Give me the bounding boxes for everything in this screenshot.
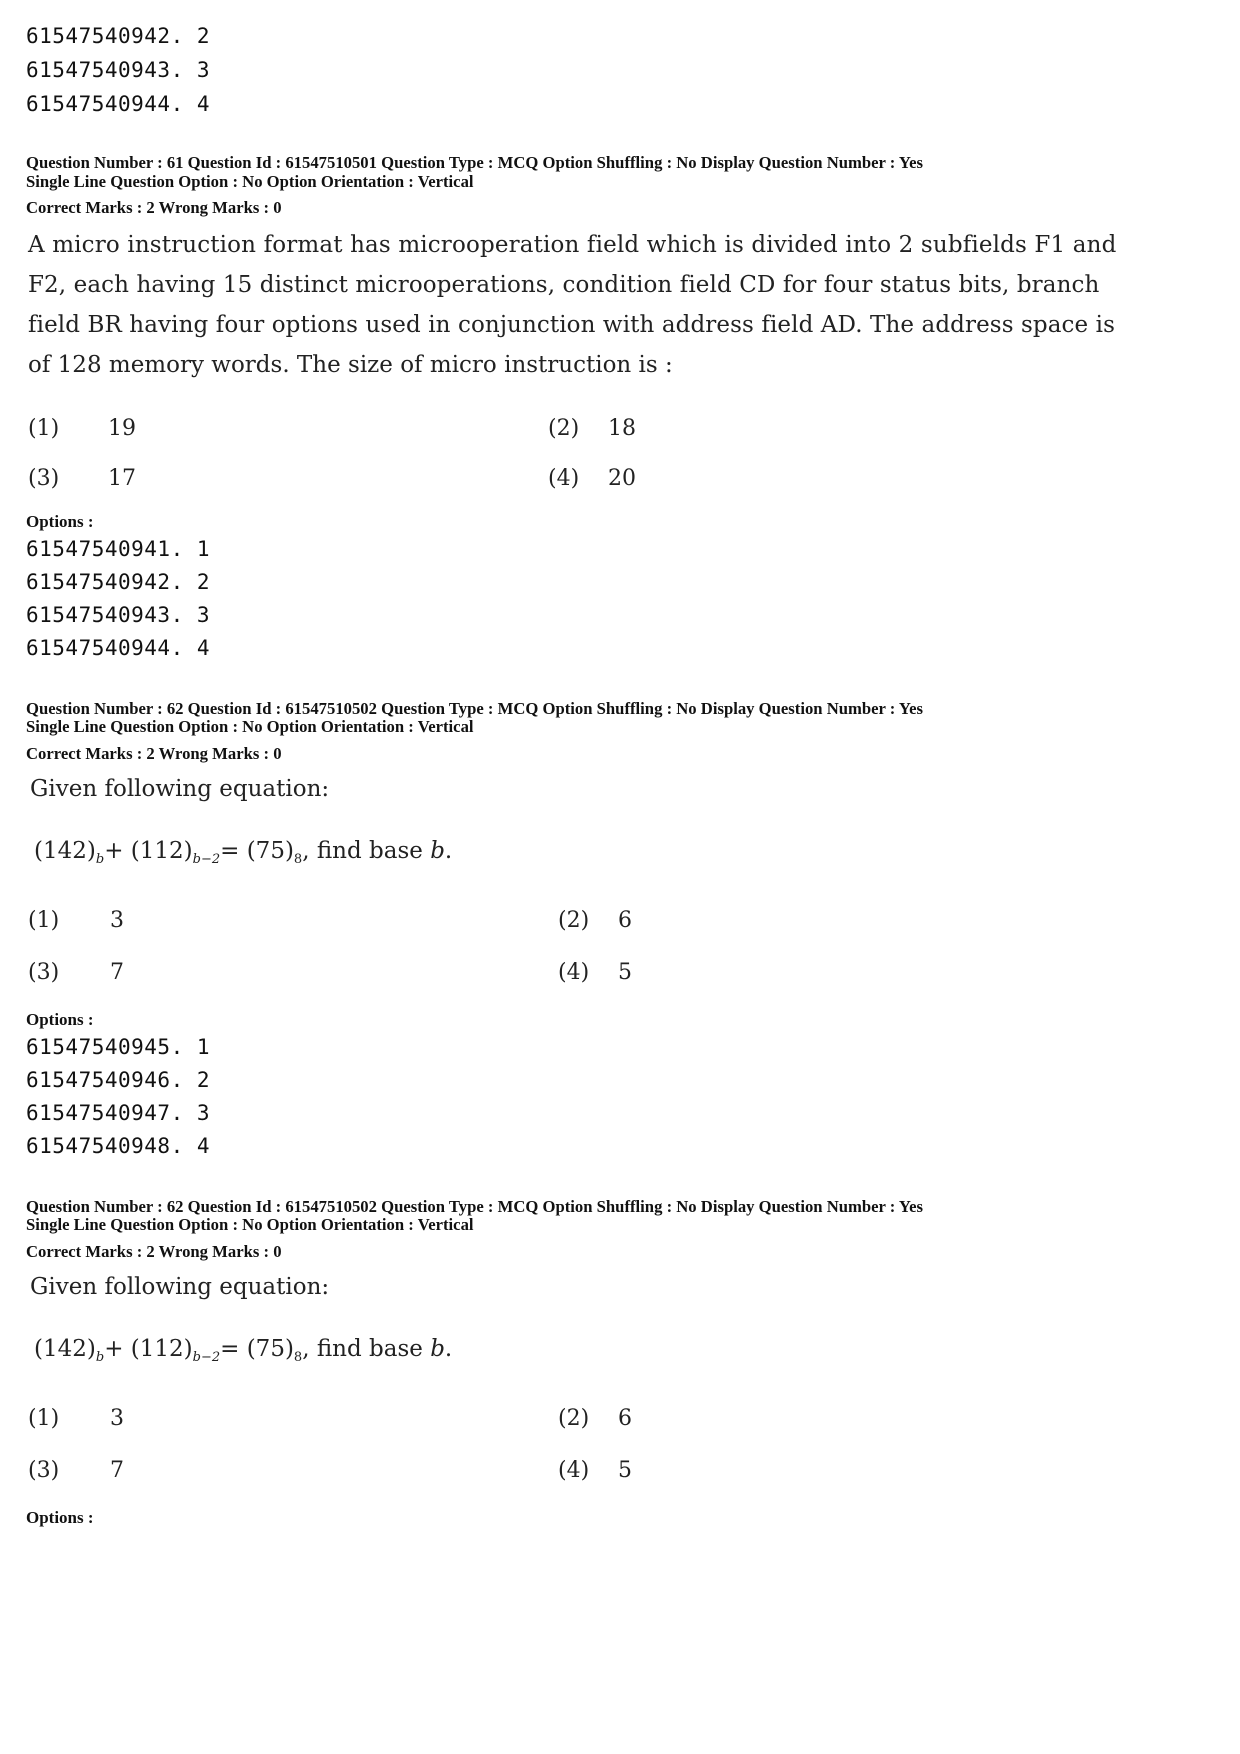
answer-label: (4) [558, 960, 590, 985]
answer-label: (3) [28, 466, 60, 491]
option-id-line: 61547540942. 2 [26, 24, 211, 48]
question-meta-line: Single Line Question Option : No Option … [26, 717, 474, 736]
question-meta-line: Single Line Question Option : No Option … [26, 172, 474, 191]
answer-label: (4) [548, 466, 580, 491]
equation-term: = (75) [220, 1336, 294, 1362]
equation-term: = (75) [220, 838, 294, 864]
answer-label: (2) [558, 908, 590, 933]
question-meta-line: Single Line Question Option : No Option … [26, 1215, 474, 1234]
answer-value: 6 [618, 908, 632, 933]
question-marks: Correct Marks : 2 Wrong Marks : 0 [26, 198, 282, 217]
answer-value: 5 [618, 1458, 632, 1483]
answer-label: (1) [28, 1406, 60, 1431]
options-heading: Options : [26, 512, 94, 531]
equation-subscript: b−2 [192, 852, 221, 867]
equation-variable: b [430, 1336, 445, 1362]
answer-value: 5 [618, 960, 632, 985]
question-text-line: F2, each having 15 distinct microoperati… [28, 272, 1100, 298]
equation-term: , find base [302, 1336, 431, 1362]
answer-value: 17 [108, 466, 136, 491]
option-id-line: 61547540948. 4 [26, 1134, 211, 1158]
question-text-line: A micro instruction format has microoper… [28, 232, 1117, 258]
answer-label: (3) [28, 1458, 60, 1483]
equation-subscript: 8 [293, 852, 303, 867]
equation-term: . [444, 1336, 453, 1362]
question-marks: Correct Marks : 2 Wrong Marks : 0 [26, 1242, 282, 1261]
equation-term: . [444, 838, 453, 864]
option-id-line: 61547540947. 3 [26, 1101, 211, 1125]
option-id-line: 61547540944. 4 [26, 92, 211, 116]
answer-value: 3 [110, 908, 124, 933]
question-marks: Correct Marks : 2 Wrong Marks : 0 [26, 744, 282, 763]
question-intro: Given following equation: [30, 1274, 330, 1300]
question-equation: (142)b+ (112)b−2= (75)8, find base b. [34, 838, 452, 867]
answer-label: (2) [558, 1406, 590, 1431]
options-heading: Options : [26, 1508, 94, 1527]
option-id-line: 61547540943. 3 [26, 58, 211, 82]
equation-variable: b [430, 838, 445, 864]
option-id-line: 61547540946. 2 [26, 1068, 211, 1092]
answer-label: (1) [28, 416, 60, 441]
answer-value: 3 [110, 1406, 124, 1431]
option-id-line: 61547540944. 4 [26, 636, 211, 660]
option-id-line: 61547540941. 1 [26, 537, 211, 561]
answer-label: (4) [558, 1458, 590, 1483]
answer-value: 7 [110, 1458, 124, 1483]
equation-term: (142) [34, 838, 96, 864]
answer-value: 20 [608, 466, 636, 491]
answer-value: 19 [108, 416, 136, 441]
option-id-line: 61547540943. 3 [26, 603, 211, 627]
question-meta-line: Question Number : 62 Question Id : 61547… [26, 1197, 923, 1216]
options-heading: Options : [26, 1010, 94, 1029]
equation-term: + (112) [104, 1336, 193, 1362]
question-text-line: field BR having four options used in con… [28, 312, 1116, 338]
answer-value: 6 [618, 1406, 632, 1431]
equation-term: , find base [302, 838, 431, 864]
answer-value: 18 [608, 416, 636, 441]
option-id-line: 61547540942. 2 [26, 570, 211, 594]
equation-subscript: b [95, 852, 105, 867]
question-intro: Given following equation: [30, 776, 330, 802]
equation-subscript: b−2 [192, 1350, 221, 1365]
question-equation: (142)b+ (112)b−2= (75)8, find base b. [34, 1336, 452, 1365]
equation-term: (142) [34, 1336, 96, 1362]
question-text-line: of 128 memory words. The size of micro i… [28, 352, 673, 378]
answer-label: (1) [28, 908, 60, 933]
option-id-line: 61547540945. 1 [26, 1035, 211, 1059]
question-meta-line: Question Number : 62 Question Id : 61547… [26, 699, 923, 718]
equation-subscript: b [95, 1350, 105, 1365]
equation-term: + (112) [104, 838, 193, 864]
answer-label: (2) [548, 416, 580, 441]
question-meta-line: Question Number : 61 Question Id : 61547… [26, 153, 923, 172]
answer-label: (3) [28, 960, 60, 985]
equation-subscript: 8 [293, 1350, 303, 1365]
answer-value: 7 [110, 960, 124, 985]
